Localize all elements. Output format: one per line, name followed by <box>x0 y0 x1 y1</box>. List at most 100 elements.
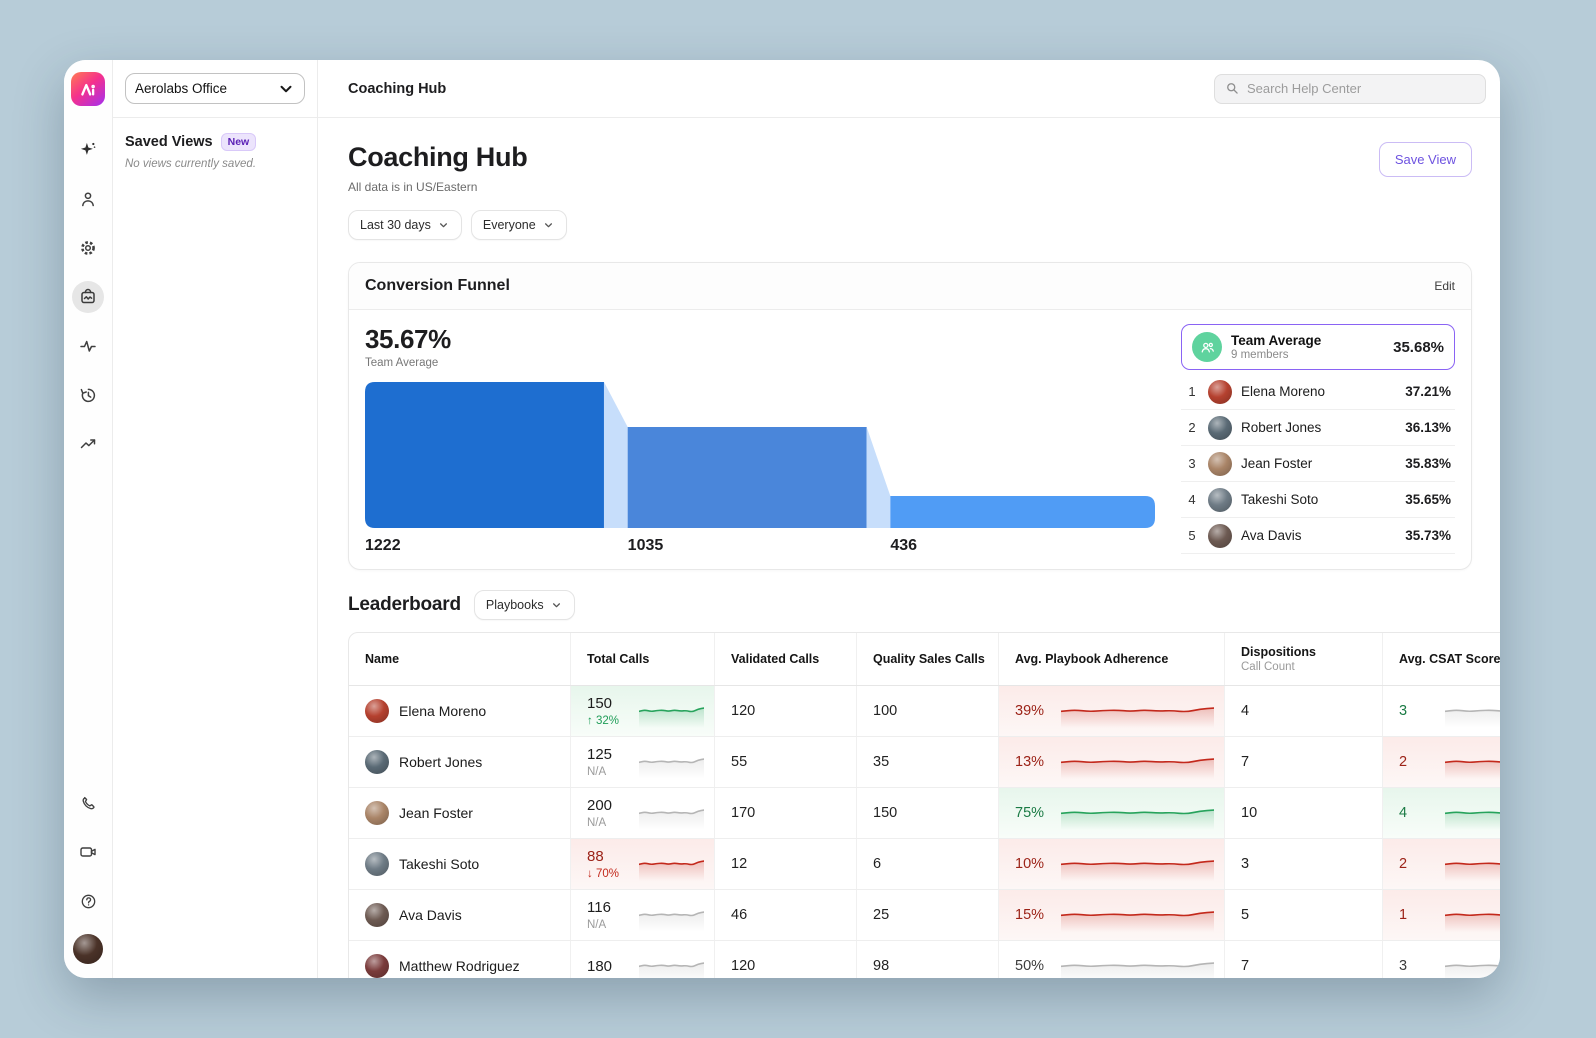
conversion-value: 36.13% <box>1405 420 1451 435</box>
chevron-down-icon <box>552 602 560 607</box>
history-icon[interactable] <box>72 379 104 411</box>
sparkline <box>1061 962 1214 978</box>
save-view-button[interactable]: Save View <box>1378 142 1472 177</box>
sparkline <box>639 911 704 932</box>
rank-number: 5 <box>1188 528 1196 543</box>
ranking-row[interactable]: 5 Ava Davis 35.73% <box>1181 518 1455 554</box>
column-header[interactable]: Quality Sales Calls <box>857 633 999 685</box>
team-icon <box>1192 332 1222 362</box>
new-badge: New <box>220 133 257 151</box>
ranking-row[interactable]: 1 Elena Moreno 37.21% <box>1181 374 1455 410</box>
avatar <box>1208 379 1232 404</box>
table-body: Elena Moreno 150 ↑ 32% 120 100 39% 4 3 R… <box>349 686 1500 978</box>
help-search[interactable] <box>1214 73 1486 104</box>
avatar <box>1208 487 1232 512</box>
sparkline <box>1061 860 1214 881</box>
ranking-row[interactable]: 6 Matthew Rodriguez 36.02% <box>1181 554 1455 557</box>
leaderboard-row[interactable]: Robert Jones 125 N/A 55 35 13% 7 2 <box>349 737 1500 788</box>
people-filter[interactable]: Everyone <box>470 210 567 240</box>
user-icon[interactable] <box>72 183 104 215</box>
trending-icon[interactable] <box>72 428 104 460</box>
person-name: Robert Jones <box>399 754 483 770</box>
people-filter-label: Everyone <box>482 218 536 232</box>
user-avatar[interactable] <box>73 934 103 964</box>
conversion-value: 35.83% <box>1405 456 1451 471</box>
coaching-icon[interactable] <box>72 281 104 313</box>
adherence-value: 50% <box>1015 958 1045 974</box>
total-calls-value: 125 <box>587 746 613 763</box>
column-label: Dispositions <box>1241 645 1317 659</box>
video-icon[interactable] <box>72 836 104 868</box>
trend-badge: N/A <box>587 817 607 829</box>
adherence-value: 39% <box>1015 703 1045 719</box>
trend-badge: ↑ 32% <box>587 715 619 727</box>
total-calls-value: 116 <box>587 899 611 916</box>
search-input[interactable] <box>1247 81 1475 96</box>
playbooks-filter-label: Playbooks <box>485 598 544 612</box>
settings-icon[interactable] <box>72 232 104 264</box>
adherence-value: 10% <box>1015 856 1045 872</box>
column-header[interactable]: Avg. CSAT Score <box>1383 633 1500 685</box>
ranking-row[interactable]: 3 Jean Foster 35.83% <box>1181 446 1455 482</box>
team-card-value: 35.68% <box>1393 338 1444 356</box>
ranking-row[interactable]: 4 Takeshi Soto 35.65% <box>1181 482 1455 518</box>
name-cell: Matthew Rodriguez <box>349 941 571 978</box>
funnel-stage-label: 1035 Conversations <box>628 537 702 557</box>
logo-mark-icon <box>81 83 95 96</box>
leaderboard-row[interactable]: Elena Moreno 150 ↑ 32% 120 100 39% 4 3 <box>349 686 1500 737</box>
dispositions-cell: 7 <box>1225 737 1383 787</box>
column-header[interactable]: Avg. Playbook Adherence <box>999 633 1225 685</box>
funnel-svg <box>365 382 1155 528</box>
sparkline <box>1445 709 1500 728</box>
csat-value: 2 <box>1399 754 1408 770</box>
leaderboard-row[interactable]: Ava Davis 116 N/A 46 25 15% 5 1 <box>349 890 1500 941</box>
workspace-select[interactable]: Aerolabs Office <box>125 73 305 104</box>
column-label: Total Calls <box>587 652 650 666</box>
validated-calls-cell: 170 <box>715 788 857 838</box>
date-range-filter[interactable]: Last 30 days <box>348 210 462 240</box>
sparkle-icon[interactable] <box>72 134 104 166</box>
validated-calls-cell: 55 <box>715 737 857 787</box>
sparkline <box>639 860 704 881</box>
sparkline <box>1061 707 1214 728</box>
quality-sales-calls-cell: 6 <box>857 839 999 889</box>
leaderboard-row[interactable]: Jean Foster 200 N/A 170 150 75% 10 4 <box>349 788 1500 839</box>
adherence-value: 15% <box>1015 907 1045 923</box>
name-cell: Ava Davis <box>349 890 571 940</box>
column-header[interactable]: Total Calls <box>571 633 715 685</box>
edit-link[interactable]: Edit <box>1434 279 1455 293</box>
playbooks-filter[interactable]: Playbooks <box>473 590 575 620</box>
playbook-adherence-cell: 15% <box>999 890 1225 940</box>
ranking-row[interactable]: 2 Robert Jones 36.13% <box>1181 410 1455 446</box>
workspace-name: Aerolabs Office <box>135 81 228 96</box>
phone-icon[interactable] <box>72 787 104 819</box>
quality-sales-calls-cell: 25 <box>857 890 999 940</box>
column-header[interactable]: Dispositions Call Count <box>1225 633 1383 685</box>
csat-value: 3 <box>1399 703 1408 719</box>
avatar <box>365 801 389 825</box>
dispositions-cell: 3 <box>1225 839 1383 889</box>
sparkline <box>1445 760 1500 779</box>
csat-cell: 3 <box>1383 686 1500 736</box>
leaderboard-row[interactable]: Matthew Rodriguez 180 120 98 50% 7 3 <box>349 941 1500 978</box>
avatar <box>1208 451 1232 476</box>
column-header[interactable]: Name <box>349 633 571 685</box>
quality-sales-calls-cell: 150 <box>857 788 999 838</box>
team-average-card[interactable]: Team Average 9 members 35.68% <box>1181 324 1455 370</box>
activity-icon[interactable] <box>72 330 104 362</box>
help-icon[interactable] <box>72 885 104 917</box>
sparkline <box>1445 964 1500 978</box>
leaderboard-table: Name Total Calls Validated Calls Quality… <box>348 632 1500 978</box>
chevron-down-icon <box>544 222 552 227</box>
validated-calls-cell: 120 <box>715 941 857 978</box>
total-calls-value: 150 <box>587 695 613 712</box>
leaderboard-row[interactable]: Takeshi Soto 88 ↓ 70% 12 6 10% 3 2 <box>349 839 1500 890</box>
person-name: Elena Moreno <box>399 703 487 719</box>
app-logo[interactable] <box>71 72 105 106</box>
sparkline <box>1061 809 1214 830</box>
avatar <box>365 852 389 876</box>
trend-badge: ↓ 70% <box>587 868 619 880</box>
total-calls-value: 88 <box>587 848 604 865</box>
page-title: Coaching Hub <box>348 142 528 172</box>
column-header[interactable]: Validated Calls <box>715 633 857 685</box>
